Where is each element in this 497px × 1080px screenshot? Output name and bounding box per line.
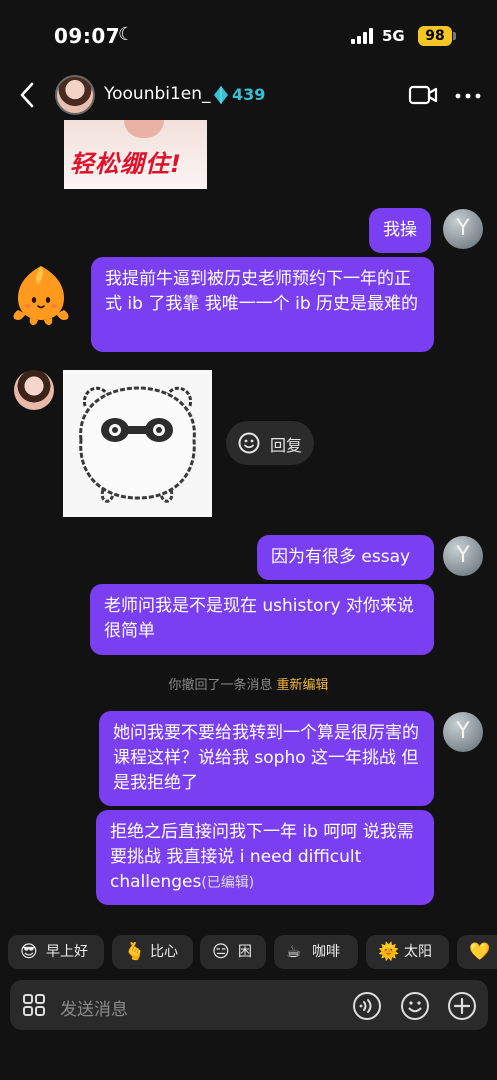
add-plus-icon[interactable] <box>447 991 477 1021</box>
network-type: 5G <box>382 27 405 45</box>
message-text: 我提前牛逼到被历史老师预约下一年的正式 ib 了我靠 我唯一一个 ib 历史是最… <box>105 269 419 314</box>
quick-reply-label: 太阳 <box>404 944 432 960</box>
voice-message-icon[interactable] <box>352 991 382 1021</box>
sticker-caption: 轻松绷住! <box>70 150 182 178</box>
message-text: 她问我要不要给我转到一个算是很厉害的课程这样？说给我 sopho 这一年挑战 但… <box>113 723 419 793</box>
chat-header: Yoounbi1en_ 439 <box>0 72 497 120</box>
recall-notice: 你撤回了一条消息 重新编辑 <box>0 674 497 693</box>
message-text: 拒绝之后直接问我下一年 ib 呵呵 说我需要挑战 我直接说 i need dif… <box>110 822 414 892</box>
back-arrow-icon[interactable] <box>14 78 42 112</box>
apps-grid-icon[interactable] <box>22 993 46 1017</box>
message-input-bar: 发送消息 <box>10 980 488 1030</box>
reply-label: 回复 <box>270 436 303 455</box>
contact-avatar-small[interactable] <box>14 370 54 410</box>
panda-sticker-image[interactable] <box>63 370 212 517</box>
message-bubble-sent[interactable]: 她问我要不要给我转到一个算是很厉害的课程这样？说给我 sopho 这一年挑战 但… <box>99 711 434 806</box>
quick-reply-chip[interactable]: ☕ 咖啡 <box>274 935 358 969</box>
contact-username[interactable]: Yoounbi1en_ <box>104 84 211 104</box>
my-avatar[interactable]: Y <box>443 209 483 249</box>
message-bubble-sent[interactable]: 因为有很多 essay <box>257 535 434 580</box>
contact-avatar[interactable] <box>55 75 95 115</box>
message-input-placeholder[interactable]: 发送消息 <box>60 995 128 1020</box>
message-bubble-sent[interactable]: 老师问我是不是现在 ushistory 对你来说很简单 <box>90 584 434 655</box>
quick-reply-label: 比心 <box>150 944 178 960</box>
sunglasses-emoji-icon: 😎 <box>20 942 38 962</box>
more-options-icon[interactable] <box>455 93 481 99</box>
reply-button[interactable]: 回复 <box>226 421 314 465</box>
gem-count: 439 <box>232 85 266 104</box>
signal-icon <box>351 28 375 44</box>
re-edit-link[interactable]: 重新编辑 <box>277 678 329 693</box>
message-bubble-sent[interactable]: 我操 <box>369 208 431 253</box>
quick-reply-row: 😎 早上好 🫰 比心 😑 困 ☕ 咖啡 🌞 太阳 💛 <box>8 935 497 969</box>
battery-tip <box>453 32 456 40</box>
quick-reply-chip[interactable]: 💛 <box>457 935 497 969</box>
quick-reply-chip[interactable]: 😑 困 <box>200 935 266 969</box>
smiley-icon <box>238 432 260 454</box>
quick-reply-chip[interactable]: 🌞 太阳 <box>366 935 449 969</box>
my-avatar[interactable]: Y <box>443 536 483 576</box>
quick-reply-chip[interactable]: 🫰 比心 <box>112 935 193 969</box>
video-call-icon[interactable] <box>408 84 438 106</box>
heart-hands-emoji-icon: 🫰 <box>124 942 146 962</box>
orange-mascot-avatar[interactable] <box>8 262 74 330</box>
sticker-image-top[interactable]: 轻松绷住! <box>64 120 207 189</box>
moon-icon: ☾ <box>118 24 135 45</box>
sleepy-emoji-icon: 😑 <box>212 942 230 962</box>
quick-reply-label: 困 <box>238 944 252 960</box>
heart-emoji-icon: 💛 <box>469 942 491 962</box>
message-bubble-received[interactable]: 我提前牛逼到被历史老师预约下一年的正式 ib 了我靠 我唯一一个 ib 历史是最… <box>91 257 434 352</box>
sticker-neck <box>124 120 164 138</box>
status-bar: 09:07 ☾ 5G 98 <box>0 0 497 72</box>
edited-tag: (已编辑) <box>201 875 255 891</box>
message-text: 老师问我是不是现在 ushistory 对你来说很简单 <box>104 596 414 641</box>
status-time: 09:07 <box>54 24 121 48</box>
battery-level: 98 <box>418 26 452 46</box>
emoji-icon[interactable] <box>400 991 430 1021</box>
quick-reply-chip[interactable]: 😎 早上好 <box>8 935 104 969</box>
my-avatar[interactable]: Y <box>443 712 483 752</box>
message-text: 我操 <box>383 220 417 240</box>
coffee-emoji-icon: ☕ <box>286 942 302 962</box>
sun-emoji-icon: 🌞 <box>378 942 400 962</box>
quick-reply-label: 早上好 <box>46 944 88 960</box>
recall-text: 你撤回了一条消息 <box>168 678 273 693</box>
message-bubble-sent[interactable]: 拒绝之后直接问我下一年 ib 呵呵 说我需要挑战 我直接说 i need dif… <box>96 810 434 905</box>
message-text: 因为有很多 essay <box>271 547 411 567</box>
gem-icon <box>214 86 228 104</box>
quick-reply-label: 咖啡 <box>312 944 340 960</box>
